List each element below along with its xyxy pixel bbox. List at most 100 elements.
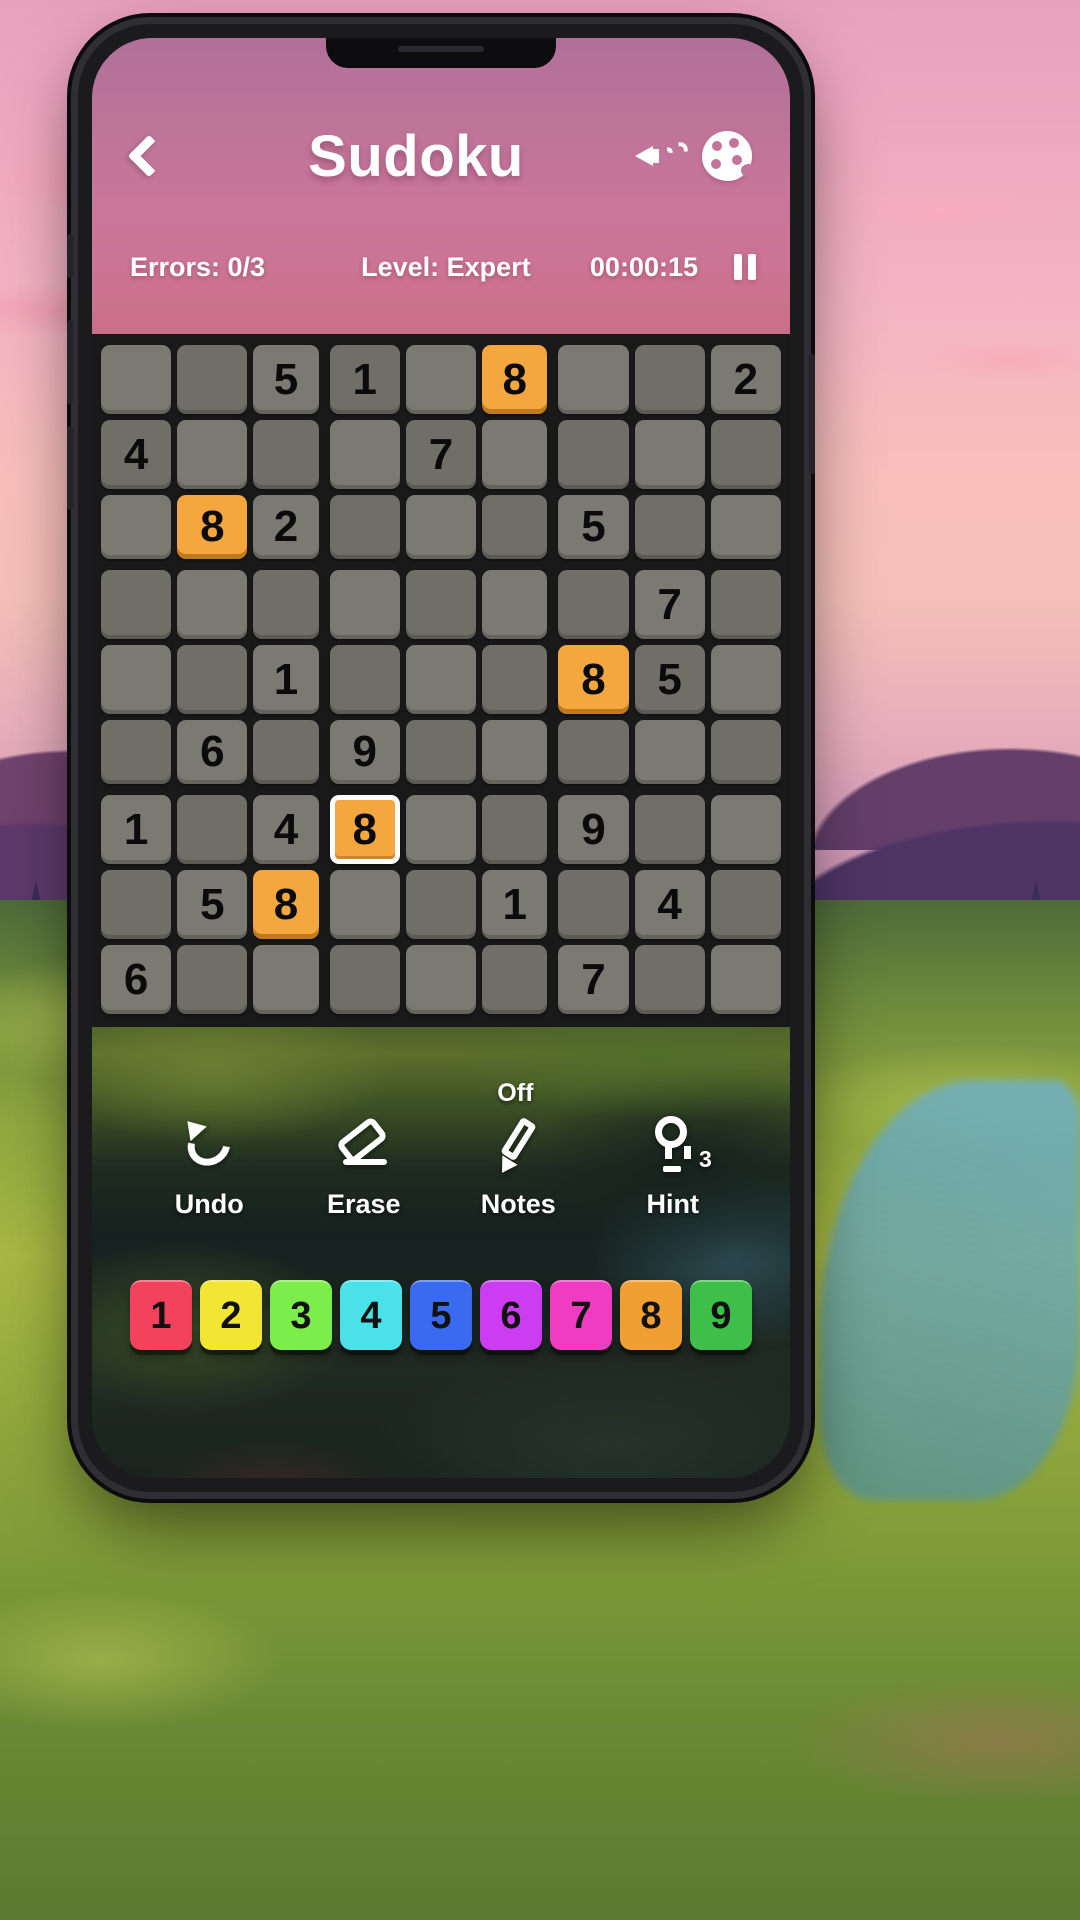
sudoku-cell-r3c9[interactable] [708,492,784,562]
sudoku-cell-r2c2[interactable] [174,417,250,492]
sudoku-cell-r2c7[interactable] [555,417,631,492]
sudoku-cell-r9c3[interactable] [250,942,321,1017]
sudoku-cell-r7c5[interactable] [403,792,479,867]
sudoku-cell-r7c6[interactable] [479,792,550,867]
sudoku-cell-r4c7[interactable] [555,567,631,642]
sudoku-cell-r3c7[interactable]: 5 [555,492,631,562]
sudoku-cell-r2c8[interactable] [632,417,708,492]
sudoku-cell-r5c9[interactable] [708,642,784,717]
sudoku-cell-r5c6[interactable] [479,642,550,717]
sudoku-cell-r1c7[interactable] [555,342,631,417]
mute-switch[interactable] [67,234,73,278]
sudoku-cell-r2c5[interactable]: 7 [403,417,479,492]
sudoku-cell-r4c9[interactable] [708,567,784,642]
sudoku-cell-r5c5[interactable] [403,642,479,717]
sudoku-cell-r8c4[interactable] [327,867,403,942]
sudoku-cell-r8c5[interactable] [403,867,479,942]
erase-button[interactable]: Erase [299,1113,429,1220]
sudoku-cell-r3c4[interactable] [327,492,403,562]
sudoku-cell-r9c1[interactable]: 6 [98,942,174,1017]
pause-button[interactable] [734,254,756,280]
theme-button[interactable] [694,125,760,187]
sudoku-cell-r1c2[interactable] [174,342,250,417]
volume-down-button[interactable] [67,426,73,510]
sudoku-cell-r1c6[interactable]: 8 [479,342,550,417]
sudoku-cell-r1c1[interactable] [98,342,174,417]
number-key-1[interactable]: 1 [130,1280,192,1350]
sudoku-cell-r2c4[interactable] [327,417,403,492]
sudoku-cell-r4c5[interactable] [403,567,479,642]
sudoku-cell-r9c9[interactable] [708,942,784,1017]
sudoku-cell-r5c8[interactable]: 5 [632,642,708,717]
number-key-6[interactable]: 6 [480,1280,542,1350]
sudoku-cell-r3c2[interactable]: 8 [174,492,250,562]
sudoku-cell-r9c5[interactable] [403,942,479,1017]
sudoku-cell-r9c8[interactable] [632,942,708,1017]
sudoku-cell-r8c2[interactable]: 5 [174,867,250,942]
sudoku-cell-r6c7[interactable] [555,717,631,787]
sudoku-cell-r6c1[interactable] [98,717,174,787]
sudoku-cell-r3c1[interactable] [98,492,174,562]
sudoku-cell-r8c9[interactable] [708,867,784,942]
number-key-9[interactable]: 9 [690,1280,752,1350]
sudoku-cell-r6c3[interactable] [250,717,321,787]
sudoku-cell-r9c4[interactable] [327,942,403,1017]
sudoku-cell-r6c4[interactable]: 9 [327,717,403,787]
number-key-7[interactable]: 7 [550,1280,612,1350]
sudoku-cell-r4c1[interactable] [98,567,174,642]
sudoku-cell-r1c3[interactable]: 5 [250,342,321,417]
sudoku-cell-r1c4[interactable]: 1 [327,342,403,417]
sudoku-cell-r4c6[interactable] [479,567,550,642]
sudoku-cell-r5c1[interactable] [98,642,174,717]
sudoku-cell-r5c2[interactable] [174,642,250,717]
sudoku-cell-r4c3[interactable] [250,567,321,642]
sudoku-cell-r1c5[interactable] [403,342,479,417]
sudoku-cell-r4c2[interactable] [174,567,250,642]
back-button[interactable] [122,125,176,187]
sudoku-cell-r3c5[interactable] [403,492,479,562]
sudoku-cell-r8c8[interactable]: 4 [632,867,708,942]
sudoku-cell-r6c5[interactable] [403,717,479,787]
power-button[interactable] [809,354,815,474]
sudoku-cell-r7c1[interactable]: 1 [98,792,174,867]
sudoku-cell-r6c9[interactable] [708,717,784,787]
sudoku-cell-r7c4[interactable]: 8 [327,792,403,867]
undo-button[interactable]: Undo [144,1113,274,1220]
number-key-4[interactable]: 4 [340,1280,402,1350]
sudoku-board[interactable]: 5182478257185691489581467 [98,342,784,1017]
sudoku-cell-r7c7[interactable]: 9 [555,792,631,867]
number-key-2[interactable]: 2 [200,1280,262,1350]
number-key-5[interactable]: 5 [410,1280,472,1350]
sudoku-cell-r8c1[interactable] [98,867,174,942]
sudoku-cell-r2c9[interactable] [708,417,784,492]
sudoku-cell-r5c4[interactable] [327,642,403,717]
sudoku-cell-r6c8[interactable] [632,717,708,787]
sudoku-cell-r3c6[interactable] [479,492,550,562]
hint-button[interactable]: 3 Hint [608,1113,738,1220]
sudoku-cell-r7c2[interactable] [174,792,250,867]
sudoku-cell-r3c3[interactable]: 2 [250,492,321,562]
sudoku-cell-r7c9[interactable] [708,792,784,867]
sudoku-cell-r8c3[interactable]: 8 [250,867,321,942]
sudoku-cell-r5c3[interactable]: 1 [250,642,321,717]
sudoku-cell-r2c1[interactable]: 4 [98,417,174,492]
number-key-3[interactable]: 3 [270,1280,332,1350]
sudoku-cell-r1c9[interactable]: 2 [708,342,784,417]
volume-up-button[interactable] [67,320,73,404]
sudoku-cell-r4c8[interactable]: 7 [632,567,708,642]
sound-toggle-button[interactable] [628,125,694,187]
sudoku-cell-r4c4[interactable] [327,567,403,642]
sudoku-cell-r9c2[interactable] [174,942,250,1017]
sudoku-cell-r2c6[interactable] [479,417,550,492]
sudoku-cell-r9c7[interactable]: 7 [555,942,631,1017]
sudoku-cell-r6c6[interactable] [479,717,550,787]
sudoku-cell-r8c6[interactable]: 1 [479,867,550,942]
notes-button[interactable]: Off Notes [453,1079,583,1220]
sudoku-cell-r2c3[interactable] [250,417,321,492]
sudoku-cell-r7c3[interactable]: 4 [250,792,321,867]
sudoku-cell-r1c8[interactable] [632,342,708,417]
sudoku-cell-r6c2[interactable]: 6 [174,717,250,787]
sudoku-cell-r7c8[interactable] [632,792,708,867]
sudoku-cell-r9c6[interactable] [479,942,550,1017]
sudoku-cell-r8c7[interactable] [555,867,631,942]
